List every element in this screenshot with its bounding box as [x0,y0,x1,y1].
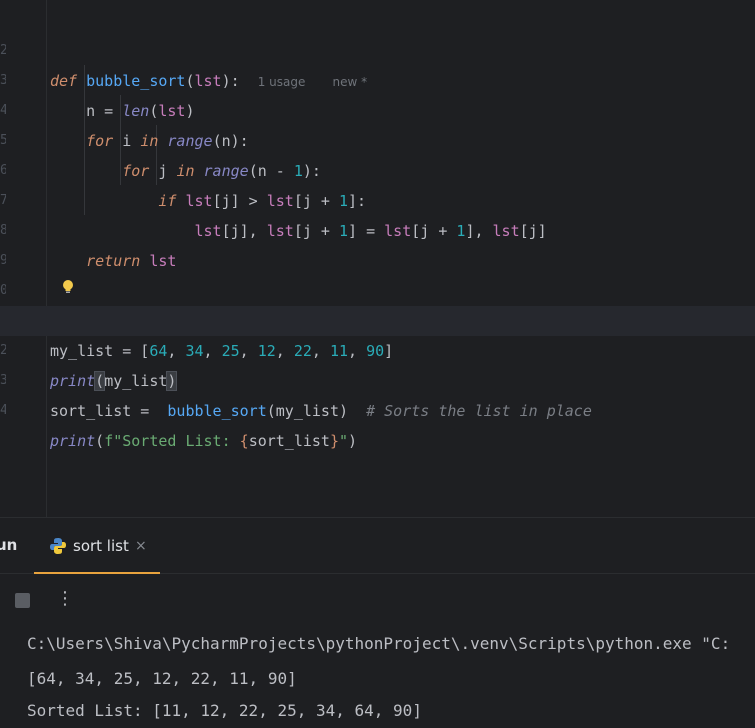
stop-icon[interactable] [15,593,30,608]
code-line[interactable]: 9 [0,216,755,268]
code-line[interactable]: 7 lst[j], lst[j + 1] = lst[j + 1], lst[j… [0,156,755,240]
close-icon[interactable]: × [135,538,147,554]
python-icon [50,538,66,554]
code-line[interactable]: 3 n = len(lst) [0,36,755,120]
code-line[interactable]: 8 return lst [0,186,755,270]
code-line[interactable]: 4 print(f"Sorted List: {sort_list}") [0,366,755,450]
code-line[interactable]: 1 my_list = [64, 34, 25, 12, 22, 11, 90] [0,276,755,360]
line-number: 4 [0,403,6,418]
code-line[interactable]: 5 for j in range(n - 1): [0,96,755,180]
tab-label: sort list [73,537,129,555]
lightbulb-icon[interactable] [62,280,74,294]
code-line[interactable]: 3 sort_list = bubble_sort(my_list) # Sor… [0,336,755,420]
console-line: Sorted List: [11, 12, 22, 25, 34, 64, 90… [27,701,422,720]
code-line-current[interactable]: 2 print(my_list) [0,306,755,391]
run-tool-window: un sort list × ⋮ C:\Users\Shiva\PycharmP… [0,517,755,728]
console-line: C:\Users\Shiva\PycharmProjects\pythonPro… [27,634,731,653]
more-vertical-icon[interactable]: ⋮ [56,588,74,609]
code-line[interactable]: 4 for i in range(n): [0,66,755,150]
run-tabbar: un sort list × [0,518,755,574]
code-line[interactable]: 2 def bubble_sort(lst): 1 usage new * [0,6,755,90]
code-line[interactable]: 0 # Example usage [0,246,755,330]
run-panel-title: un [0,536,18,554]
console-line: [64, 34, 25, 12, 22, 11, 90] [27,669,297,688]
code-editor[interactable]: 2 def bubble_sort(lst): 1 usage new * 3 … [0,0,755,517]
code-line[interactable]: 6 if lst[j] > lst[j + 1]: [0,126,755,210]
tab-sort-list[interactable]: sort list × [34,518,160,574]
